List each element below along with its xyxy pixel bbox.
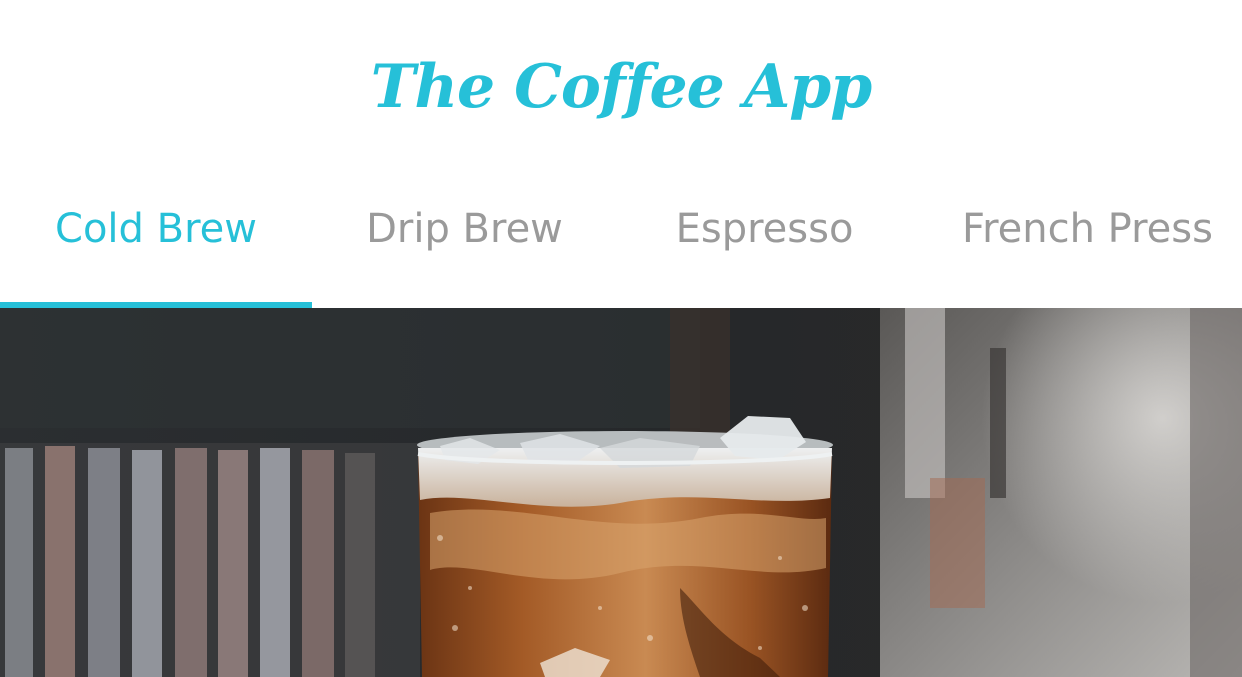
tab-drip-brew[interactable]: Drip Brew	[312, 170, 617, 308]
tab-cold-brew[interactable]: Cold Brew	[0, 170, 312, 308]
app-screen: The Coffee App Cold Brew Drip Brew Espre…	[0, 0, 1242, 677]
tab-french-press[interactable]: French Press	[912, 170, 1242, 308]
hero-image	[0, 308, 1242, 677]
iced-coffee-photo-icon	[0, 308, 1242, 677]
app-header: The Coffee App	[0, 0, 1242, 170]
tab-espresso[interactable]: Espresso	[617, 170, 912, 308]
app-title: The Coffee App	[370, 52, 872, 122]
brew-method-tabs: Cold Brew Drip Brew Espresso French Pres…	[0, 170, 1242, 308]
